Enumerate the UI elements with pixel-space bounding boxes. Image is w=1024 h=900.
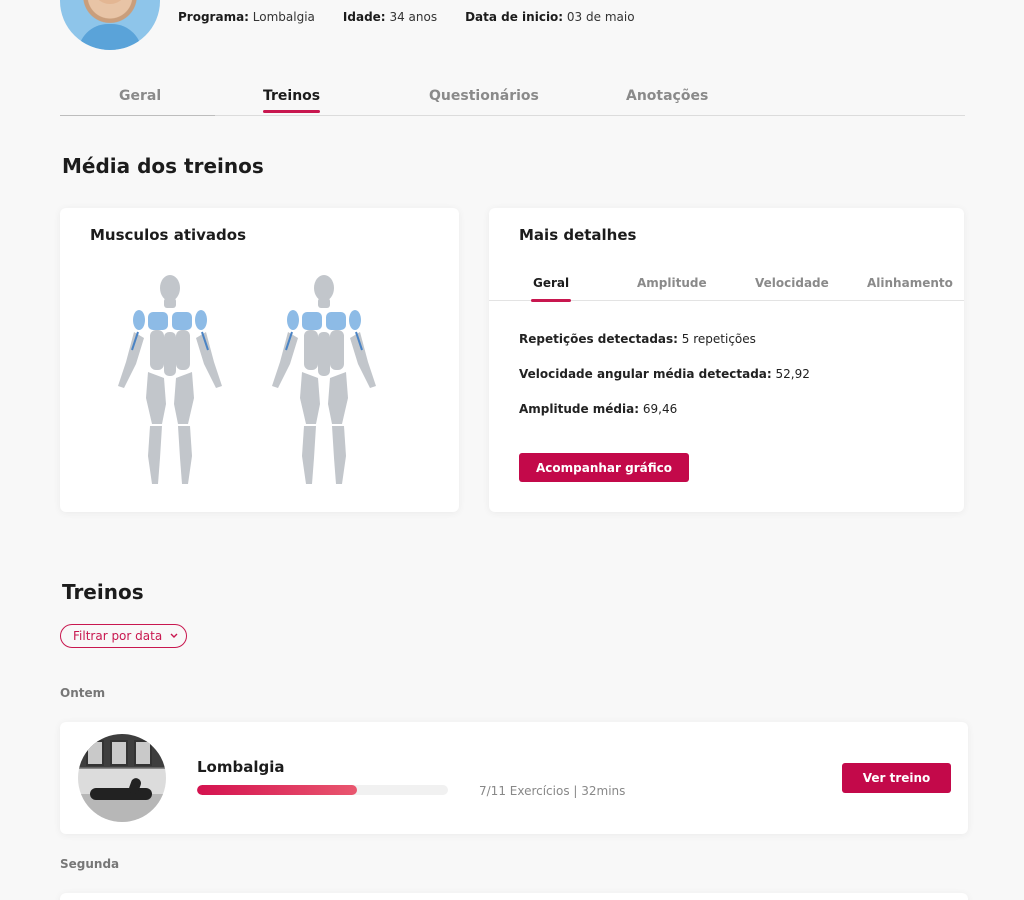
- details-card-title: Mais detalhes: [519, 226, 637, 244]
- workout-meta: 7/11 Exercícios | 32mins: [479, 784, 626, 798]
- muscle-map-back: [272, 275, 376, 484]
- patient-info: Programa: Lombalgia Idade: 34 anos Data …: [178, 10, 635, 24]
- subtab-velocidade[interactable]: Velocidade: [755, 276, 829, 290]
- tab-questionarios[interactable]: Questionários: [429, 88, 539, 104]
- workout-progress-fill: [197, 785, 357, 795]
- details-subtabs: Geral Amplitude Velocidade Alinhamento: [489, 274, 964, 302]
- workout-title: Lombalgia: [197, 758, 285, 776]
- program-info: Programa: Lombalgia: [178, 10, 315, 24]
- workout-progress-bar: [197, 785, 448, 795]
- date-filter-button[interactable]: Filtrar por data: [60, 624, 187, 648]
- view-workout-button[interactable]: Ver treino: [842, 763, 951, 793]
- workouts-section-title: Treinos: [62, 580, 144, 604]
- patient-avatar: [60, 0, 160, 50]
- tab-geral[interactable]: Geral: [119, 88, 161, 104]
- muscles-card-title: Musculos ativados: [90, 226, 247, 244]
- day-label-ontem: Ontem: [60, 686, 106, 700]
- workout-card: Lombalgia 7/11 Exercícios | 32mins Ver t…: [60, 722, 968, 834]
- reps-detail: Repetições detectadas: 5 repetições: [519, 332, 756, 346]
- velocity-detail: Velocidade angular média detectada: 52,9…: [519, 367, 810, 381]
- subtab-alinhamento[interactable]: Alinhamento: [867, 276, 953, 290]
- details-card: Mais detalhes Geral Amplitude Velocidade…: [489, 208, 964, 512]
- muscles-card: Musculos ativados: [60, 208, 459, 512]
- subtab-amplitude[interactable]: Amplitude: [637, 276, 707, 290]
- main-tabs: Geral Treinos Questionários Anotações: [60, 86, 965, 116]
- start-date-info: Data de inicio: 03 de maio: [465, 10, 635, 24]
- tab-anotacoes[interactable]: Anotações: [626, 88, 708, 104]
- chevron-down-icon: [170, 633, 178, 638]
- workout-card-partial: [60, 893, 968, 900]
- day-label-segunda: Segunda: [60, 857, 120, 871]
- age-info: Idade: 34 anos: [342, 10, 438, 24]
- subtab-geral[interactable]: Geral: [530, 276, 572, 302]
- chart-button[interactable]: Acompanhar gráfico: [519, 453, 689, 482]
- date-filter-label: Filtrar por data: [73, 629, 163, 643]
- amplitude-detail: Amplitude média: 69,46: [519, 402, 678, 416]
- average-section-title: Média dos treinos: [62, 154, 264, 178]
- muscle-map-front: [118, 275, 222, 484]
- workout-thumbnail: [78, 734, 166, 822]
- tab-treinos[interactable]: Treinos: [263, 88, 321, 113]
